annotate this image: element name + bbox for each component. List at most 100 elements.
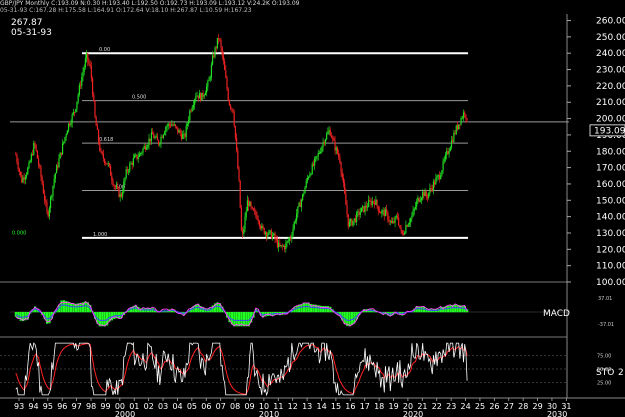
price-tick-label: 230.00	[596, 66, 625, 76]
candle-body	[443, 159, 445, 161]
candle-body	[143, 145, 145, 149]
candle-body	[372, 201, 375, 202]
candle-body	[291, 235, 293, 239]
candle-body	[399, 225, 401, 228]
candle-body	[407, 224, 409, 227]
candle-body	[152, 132, 154, 135]
candle-body	[426, 197, 429, 198]
candle-body	[267, 234, 269, 237]
candle-body	[131, 163, 133, 166]
candle-body	[414, 206, 417, 209]
candle-body	[382, 210, 384, 211]
candle-body	[24, 176, 26, 180]
candle-body	[395, 216, 397, 217]
candle-body	[408, 222, 411, 225]
time-tick-label: 29	[533, 402, 543, 411]
candle-body	[294, 220, 297, 222]
candle-body	[324, 139, 327, 144]
candle-body	[54, 173, 56, 179]
candle-body	[339, 156, 341, 163]
candle-body	[195, 96, 197, 100]
candle-body	[164, 132, 166, 135]
candle-body	[84, 58, 86, 67]
time-tick-label: 16	[345, 402, 355, 411]
candle-body	[256, 215, 258, 220]
candle-body	[429, 188, 431, 193]
candle-body	[455, 125, 457, 134]
candle-body	[216, 38, 219, 48]
candle-body	[440, 175, 442, 180]
price-tick-label: 130.00	[596, 229, 625, 239]
candle-body	[148, 138, 150, 146]
candle-body	[456, 125, 459, 130]
candle-body	[15, 154, 17, 156]
candle-body	[194, 99, 196, 105]
candle-body	[107, 163, 109, 165]
candle-body	[70, 123, 72, 126]
macd-tick-label: -37.01	[598, 322, 614, 328]
sto-tick-label: 25.00	[597, 381, 611, 387]
time-tick-label: 27	[504, 402, 514, 411]
candle-body	[191, 107, 193, 112]
candle-body	[248, 200, 250, 207]
candle-body	[142, 148, 144, 153]
candle-body	[287, 240, 289, 242]
candle-body	[438, 175, 441, 180]
price-tick-label: 170.00	[596, 164, 625, 174]
candle-body	[224, 61, 226, 71]
candle-body	[412, 210, 414, 216]
candle-body	[170, 124, 172, 126]
candle-body	[66, 130, 68, 135]
candle-body	[406, 225, 408, 227]
candle-body	[127, 170, 130, 172]
candle-body	[302, 194, 304, 200]
candle-body	[374, 201, 376, 205]
candle-body	[362, 206, 364, 208]
candle-body	[245, 211, 247, 217]
candle-body	[200, 93, 202, 101]
macd-histogram-bar	[79, 302, 82, 313]
time-tick-label: 14	[316, 402, 326, 411]
candle-body	[192, 104, 195, 108]
candle-body	[204, 92, 207, 96]
price-tick-label: 100.00	[596, 278, 625, 288]
candle-body	[182, 134, 184, 139]
candle-body	[348, 221, 351, 227]
candle-body	[316, 155, 318, 157]
candle-body	[141, 152, 143, 154]
candle-body	[79, 85, 82, 86]
candle-body	[111, 175, 113, 181]
candle-body	[132, 158, 134, 166]
candle-body	[100, 150, 102, 152]
macd-histogram-bar	[72, 303, 75, 313]
candle-body	[388, 220, 390, 222]
candle-body	[34, 143, 36, 145]
candle-body	[434, 181, 436, 185]
candle-body	[145, 147, 148, 150]
candle-body	[76, 101, 78, 110]
candle-body	[207, 80, 209, 87]
candle-body	[220, 40, 222, 48]
candle-body	[275, 239, 277, 240]
macd-histogram-bar	[238, 312, 241, 327]
candle-body	[273, 233, 275, 236]
chart-canvas[interactable]: 0.000.5000.618.5001.0000.000 37.01-37.01…	[0, 0, 625, 417]
macd-histogram-bar	[420, 306, 423, 313]
candle-body	[328, 130, 330, 133]
price-tick-label: 110.00	[596, 262, 625, 272]
candle-body	[311, 163, 313, 174]
candle-body	[404, 232, 406, 235]
candle-body	[125, 169, 127, 178]
candle-body	[114, 186, 116, 188]
candle-body	[218, 38, 220, 40]
candle-body	[300, 199, 303, 208]
candle-body	[138, 153, 140, 158]
candle-body	[314, 158, 316, 166]
candle-body	[452, 140, 454, 142]
candle-body	[329, 130, 331, 136]
candle-body	[250, 202, 252, 207]
candle-body	[358, 211, 360, 216]
candle-body	[144, 145, 146, 150]
candle-body	[159, 143, 161, 145]
current-price-label: 193.09	[594, 126, 625, 136]
